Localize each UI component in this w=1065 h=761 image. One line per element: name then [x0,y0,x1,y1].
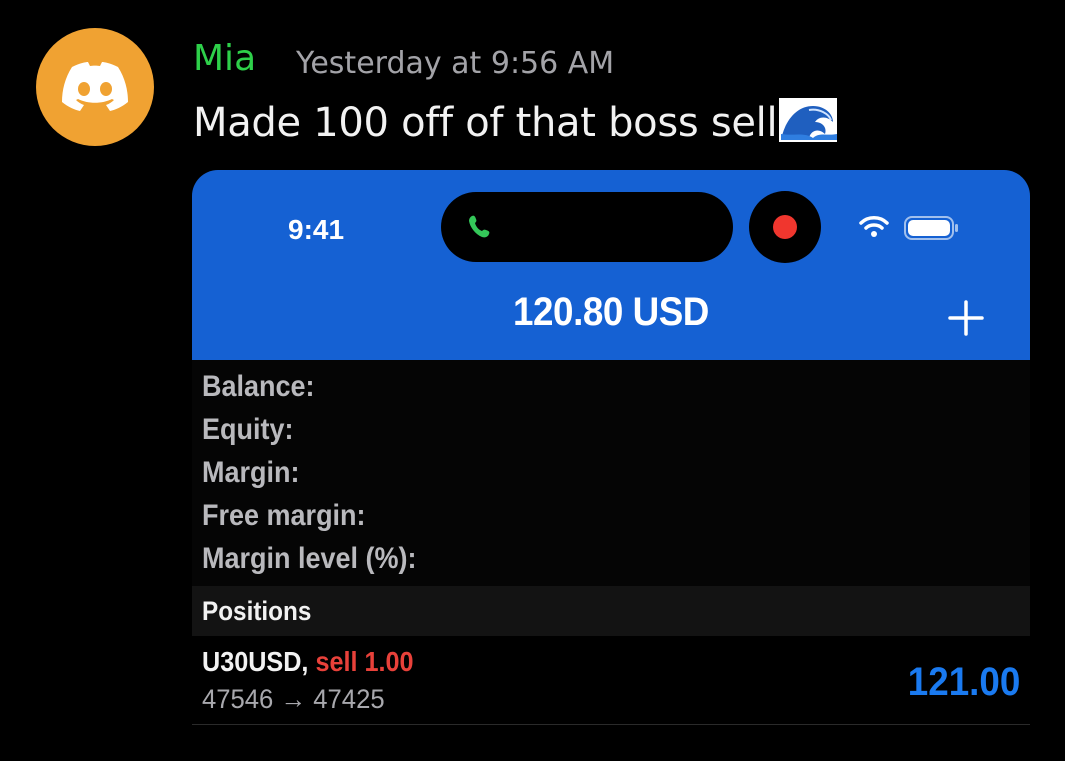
summary-margin-label: Margin: [202,456,300,489]
summary-margin-level-label: Margin level (%): [202,542,417,575]
position-open-price: 47546 [202,684,274,714]
phone-icon [469,215,490,238]
summary-free-margin-label: Free margin: [202,499,366,532]
battery-icon [904,216,958,240]
wave-icon [779,98,838,152]
position-symbol: U30USD, [202,646,309,677]
image-attachment[interactable]: 9:41 120.80 USD Balance: Equity: Margin: [192,170,1030,761]
position-symbol-line: U30USD, sell 1.00 [202,646,414,678]
position-profit: 121.00 [907,660,1020,704]
account-summary: Balance: Equity: Margin: Free margin: Ma… [192,360,1030,586]
arrow-right-icon: → [280,684,307,714]
position-prices: 47546 → 47425 [202,684,385,715]
summary-balance-label: Balance: [202,370,315,403]
summary-equity-label: Equity: [202,413,294,446]
message-author[interactable]: Mia [193,38,256,79]
wifi-icon [859,216,889,237]
app-header: 9:41 120.80 USD [192,170,1030,360]
message-text: Made 100 off of that boss sell [193,100,778,146]
record-dot-icon [773,215,797,239]
plus-icon[interactable] [948,300,984,336]
discord-logo-icon [62,62,128,111]
position-current-price: 47425 [313,684,385,714]
positions-label: Positions [202,596,312,626]
position-row[interactable]: U30USD, sell 1.00 47546 → 47425 121.00 [192,636,1030,725]
message-timestamp: Yesterday at 9:56 AM [296,46,615,81]
message-text-container: Made 100 off of that boss sell [193,98,838,152]
dynamic-island [441,192,733,262]
position-side: sell 1.00 [315,646,414,677]
user-avatar[interactable] [36,28,154,146]
account-balance-title: 120.80 USD [513,290,709,334]
positions-section-header: Positions [192,586,1030,636]
status-bar-time: 9:41 [288,214,345,245]
recording-indicator [749,191,821,263]
